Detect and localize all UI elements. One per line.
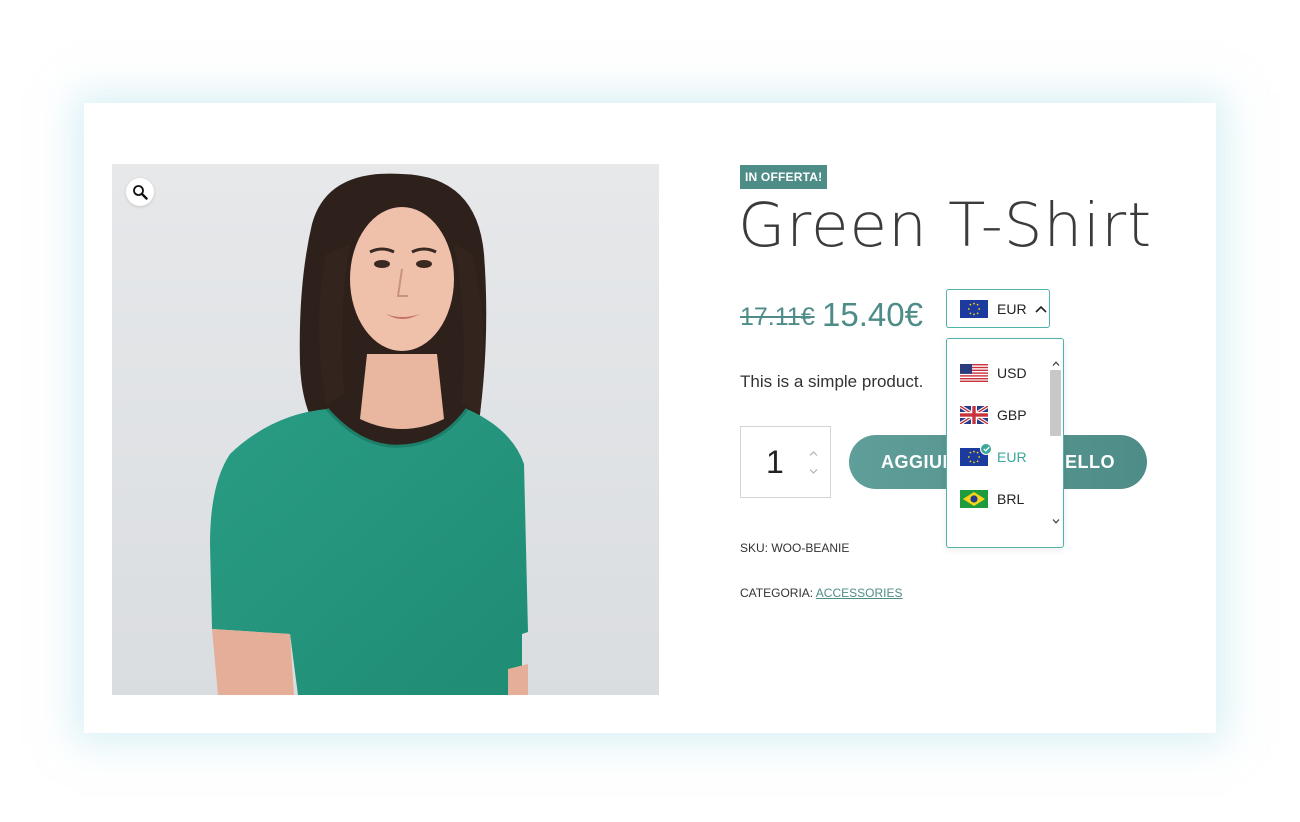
scroll-down-arrow-icon[interactable]	[1050, 516, 1061, 526]
sale-price: 15.40€	[822, 296, 923, 333]
currency-dropdown: USD GBP EUR BRL	[946, 338, 1064, 548]
scroll-up-arrow-icon[interactable]	[1050, 358, 1061, 368]
quantity-stepper[interactable]: 1	[740, 426, 831, 498]
eu-flag-icon	[960, 299, 988, 318]
currency-option-brl[interactable]: BRL	[960, 484, 1050, 514]
sale-badge: IN OFFERTA!	[740, 165, 828, 189]
currency-select-value: EUR	[997, 300, 1027, 317]
currency-select[interactable]: EUR	[946, 289, 1050, 328]
category-meta: CATEGORIA: ACCESSORIES	[740, 586, 903, 600]
category-label: CATEGORIA:	[740, 586, 814, 600]
currency-option-label: BRL	[997, 491, 1025, 507]
quantity-value[interactable]: 1	[766, 444, 784, 481]
decrement-arrow-icon[interactable]	[807, 466, 819, 476]
increment-arrow-icon[interactable]	[807, 448, 819, 458]
uk-flag-icon	[960, 406, 988, 424]
currency-option-eur[interactable]: EUR	[960, 442, 1050, 472]
magnifier-icon	[133, 185, 148, 200]
currency-option-usd[interactable]: USD	[960, 358, 1050, 388]
currency-option-label: USD	[997, 365, 1027, 381]
product-image[interactable]	[112, 164, 659, 695]
currency-option-gbp[interactable]: GBP	[960, 400, 1050, 430]
sku-label: SKU:	[740, 541, 769, 555]
dropdown-scrollbar[interactable]	[1048, 356, 1062, 530]
sku-value: WOO-BEANIE	[771, 541, 850, 555]
short-description: This is a simple product.	[740, 372, 924, 391]
chevron-up-icon	[1034, 305, 1047, 313]
check-icon	[980, 443, 992, 455]
scroll-thumb[interactable]	[1050, 370, 1061, 436]
zoom-button[interactable]	[126, 178, 154, 206]
product-title: Green T-Shirt	[738, 190, 1153, 261]
currency-option-label: EUR	[997, 449, 1027, 465]
br-flag-icon	[960, 490, 988, 508]
sku-meta: SKU: WOO-BEANIE	[740, 541, 849, 555]
category-link[interactable]: ACCESSORIES	[816, 586, 903, 600]
currency-option-label: GBP	[997, 407, 1027, 423]
model-photo	[112, 164, 659, 695]
regular-price: 17.11€	[740, 303, 815, 331]
us-flag-icon	[960, 364, 988, 382]
